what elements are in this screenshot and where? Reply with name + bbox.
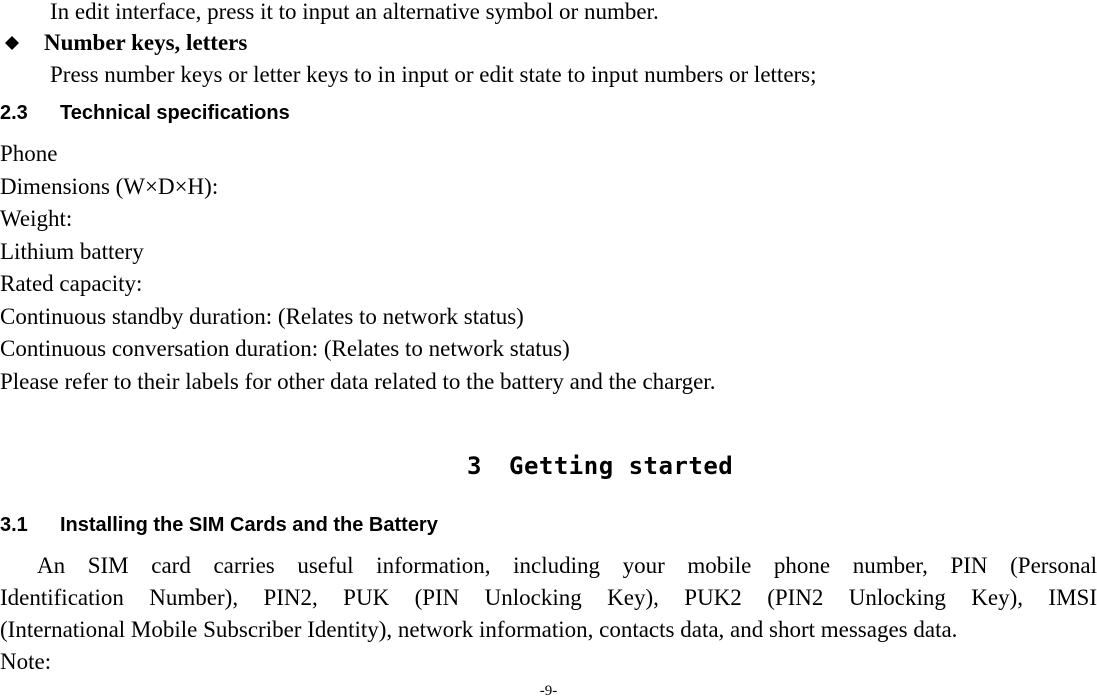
spec-line: Continuous standby duration: (Relates to… bbox=[0, 304, 524, 329]
paragraph-line: Identification Number), PIN2, PUK (PIN U… bbox=[0, 585, 1097, 610]
section-number: 3.1 bbox=[0, 514, 28, 536]
section-title: Technical specifications bbox=[60, 102, 290, 124]
chapter-title: Getting started bbox=[509, 452, 734, 480]
section-heading-3-1: 3.1 Installing the SIM Cards and the Batt… bbox=[0, 513, 438, 537]
paragraph-line: An SIM card carries useful information, … bbox=[37, 553, 1097, 578]
section-heading-2-3: 2.3 Technical specifications bbox=[0, 101, 290, 125]
section-number: 2.3 bbox=[0, 102, 28, 124]
spec-line: Weight: bbox=[0, 206, 73, 231]
spec-line: Lithium battery bbox=[0, 239, 144, 264]
paragraph-line: (International Mobile Subscriber Identit… bbox=[0, 617, 958, 642]
sim-card-paragraph: An SIM card carries useful information, … bbox=[0, 550, 1097, 646]
number-keys-heading: Number keys, letters bbox=[44, 30, 248, 55]
spec-line: Rated capacity: bbox=[0, 271, 143, 296]
chapter-number: 3 bbox=[467, 452, 482, 480]
spec-line: Dimensions (W×D×H): bbox=[0, 174, 219, 199]
number-keys-description: Press number keys or letter keys to in i… bbox=[50, 62, 817, 87]
chapter-heading-3: 3 Getting started bbox=[467, 451, 733, 481]
diamond-bullet-icon bbox=[5, 36, 19, 50]
spec-line: Phone bbox=[0, 141, 58, 166]
spec-line: Continuous conversation duration: (Relat… bbox=[0, 336, 570, 361]
edit-interface-text: In edit interface, press it to input an … bbox=[50, 0, 659, 24]
note-label: Note: bbox=[0, 649, 52, 674]
section-title: Installing the SIM Cards and the Battery bbox=[60, 514, 438, 536]
page-number: -9- bbox=[539, 683, 558, 699]
spec-line: Please refer to their labels for other d… bbox=[0, 369, 716, 394]
